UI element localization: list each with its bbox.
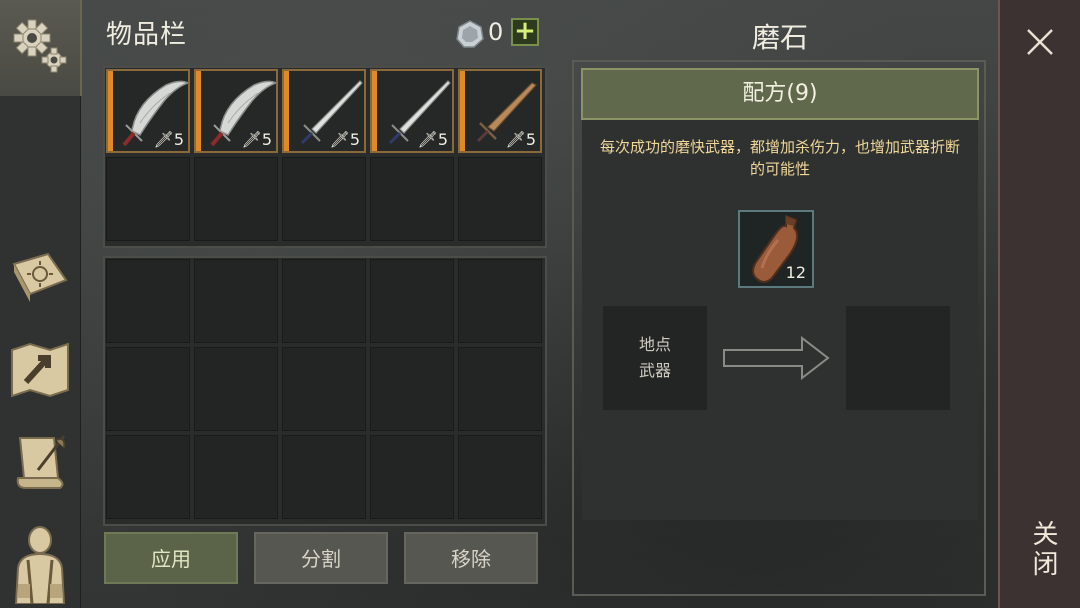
inventory-slot-4[interactable]: 🗡5: [370, 69, 454, 153]
required-item-slot[interactable]: 12: [738, 210, 814, 288]
storage-slot[interactable]: [370, 347, 454, 431]
quality-bar: [460, 71, 465, 151]
settings-tab[interactable]: [0, 0, 82, 96]
slot-tag: 🗡5: [505, 130, 537, 149]
slot-tag: 🗡5: [153, 130, 185, 149]
storage-slot[interactable]: [106, 347, 190, 431]
inventory-slot-1[interactable]: 🗡5: [106, 69, 190, 153]
result-slot: [846, 306, 950, 410]
inventory-slot[interactable]: [194, 157, 278, 241]
quality-bar: [108, 71, 113, 151]
inventory-slot-5[interactable]: 🗡5: [458, 69, 542, 153]
silver-coin-icon: [456, 20, 484, 48]
storage-slot[interactable]: [106, 435, 190, 519]
quality-bar: [372, 71, 377, 151]
slot-tag-value: 5: [349, 130, 360, 149]
weapon-input-slot[interactable]: 地点 武器: [603, 306, 707, 410]
storage-slot[interactable]: [282, 347, 366, 431]
storage-slot[interactable]: [106, 259, 190, 343]
skills-book-icon[interactable]: [8, 244, 72, 308]
input-slot-label-2: 武器: [638, 361, 671, 380]
input-slot-label-1: 地点: [638, 335, 671, 354]
inventory-title: 物品栏: [106, 20, 188, 50]
remove-button[interactable]: 移除: [404, 532, 538, 584]
inventory-slot-3[interactable]: 🗡5: [282, 69, 366, 153]
storage-slot[interactable]: [458, 259, 542, 343]
character-icon[interactable]: [8, 520, 72, 604]
slot-tag-value: 5: [261, 130, 272, 149]
quality-bar: [196, 71, 201, 151]
inventory-slot[interactable]: [458, 157, 542, 241]
storage-slot[interactable]: [194, 259, 278, 343]
inventory-slot[interactable]: [282, 157, 366, 241]
storage-slot[interactable]: [282, 435, 366, 519]
storage-slot[interactable]: [194, 435, 278, 519]
slot-tag: 🗡5: [329, 130, 361, 149]
close-column[interactable]: [998, 0, 1080, 608]
quest-scroll-icon[interactable]: [8, 430, 72, 494]
slot-tag-value: 5: [437, 130, 448, 149]
quality-bar: [284, 71, 289, 151]
slot-tag-value: 5: [525, 130, 536, 149]
slot-tag: 🗡5: [417, 130, 449, 149]
inventory-slot-2[interactable]: 🗡5: [194, 69, 278, 153]
inventory-slot[interactable]: [106, 157, 190, 241]
map-icon[interactable]: [8, 338, 72, 402]
slot-tag: 🗡5: [241, 130, 273, 149]
storage-slot[interactable]: [458, 435, 542, 519]
currency-count: 0: [488, 18, 504, 46]
recipe-description: 每次成功的磨快武器，都增加杀伤力，也增加武器折断的可能性: [599, 138, 960, 178]
inventory-slot[interactable]: [370, 157, 454, 241]
arrow-right-icon: [723, 336, 830, 380]
sidebar: [0, 0, 82, 608]
split-button[interactable]: 分割: [254, 532, 388, 584]
settings-gear-icon: [13, 19, 67, 73]
add-currency-button[interactable]: +: [511, 18, 539, 46]
recipe-button[interactable]: 配方(9): [581, 68, 979, 120]
panel-title: 磨石: [751, 21, 808, 54]
storage-slot[interactable]: [370, 435, 454, 519]
close-icon[interactable]: [1024, 26, 1056, 58]
close-label[interactable]: 关闭: [1022, 520, 1062, 580]
slot-tag-value: 5: [173, 130, 184, 149]
apply-button[interactable]: 应用: [104, 532, 238, 584]
storage-slot[interactable]: [458, 347, 542, 431]
storage-slot[interactable]: [370, 259, 454, 343]
storage-slot[interactable]: [194, 347, 278, 431]
required-item-count: 12: [785, 263, 806, 282]
storage-slot[interactable]: [282, 259, 366, 343]
